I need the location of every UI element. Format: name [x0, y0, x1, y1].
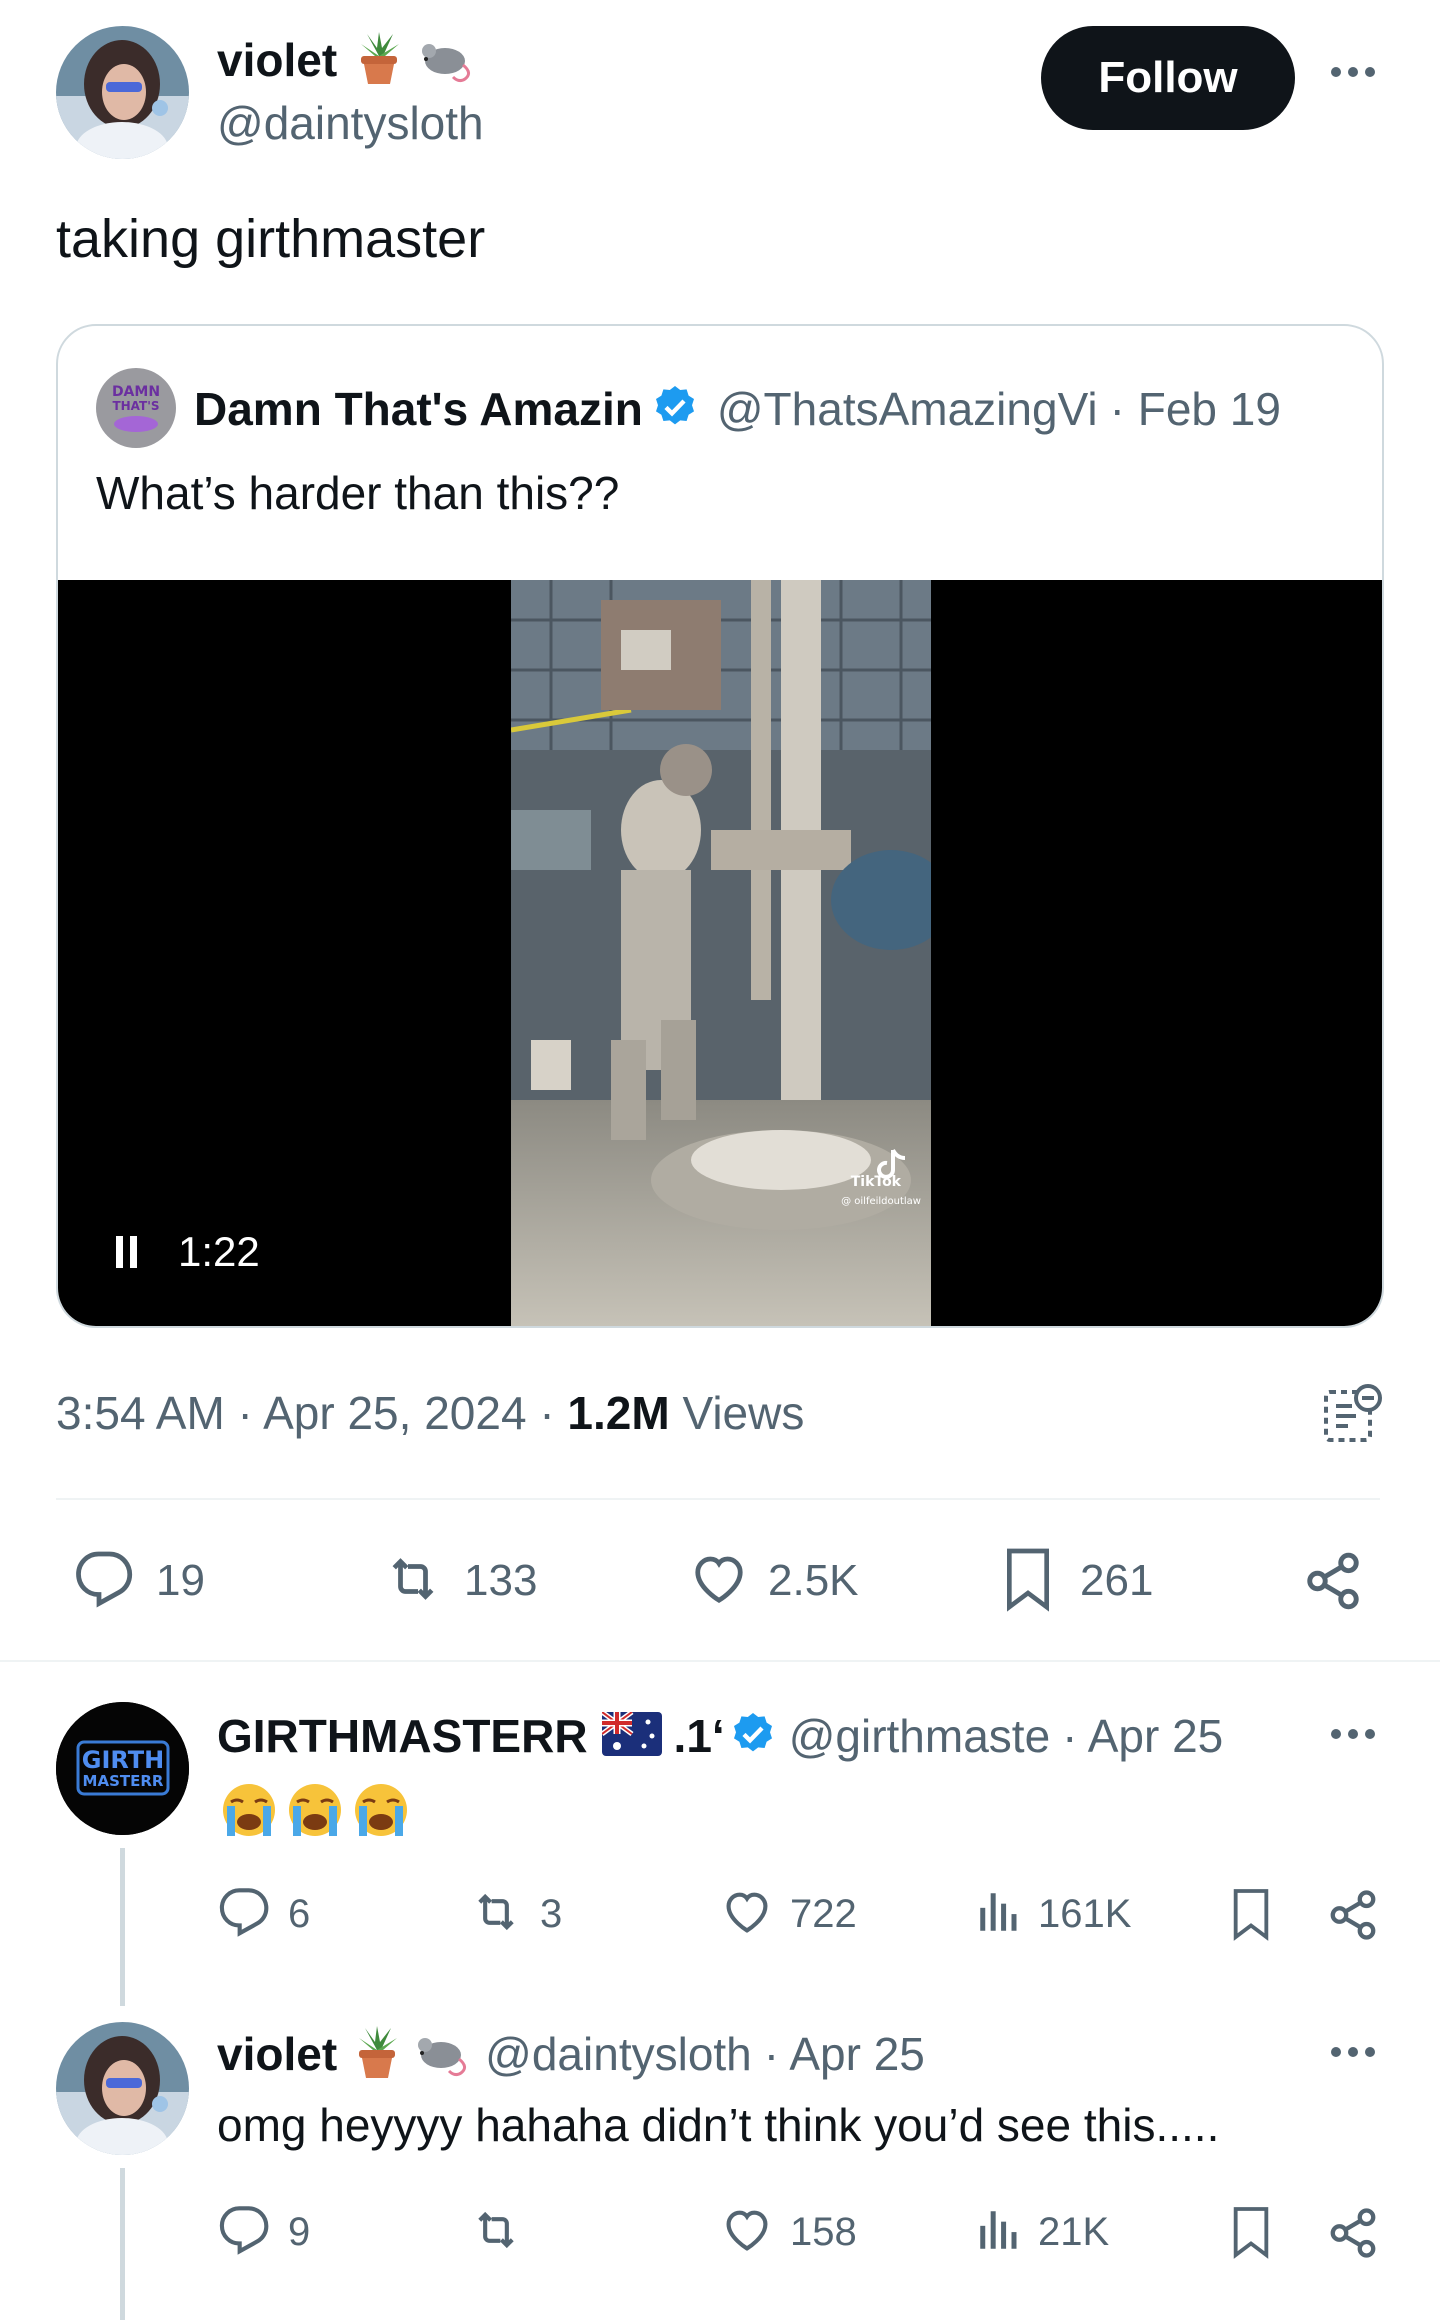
bookmark-icon	[1000, 1546, 1056, 1617]
reply-text: omg heyyyy hahaha didn’t think you’d see…	[217, 2099, 1220, 2151]
like-action[interactable]: 722	[718, 1886, 857, 1942]
retweet-icon	[466, 1886, 526, 1943]
reply-action[interactable]: 9	[216, 2204, 310, 2260]
heart-icon	[686, 1549, 752, 1614]
mouse-icon	[415, 33, 475, 88]
thread-line	[120, 1848, 125, 2006]
retweet-action[interactable]: 133	[378, 1548, 537, 1614]
pause-icon[interactable]	[116, 1236, 138, 1273]
reply-author-name[interactable]: GIRTHMASTERR	[217, 1709, 588, 1763]
follow-button-label: Follow	[1098, 53, 1238, 102]
heart-icon	[718, 2204, 776, 2261]
follow-button[interactable]: Follow	[1041, 26, 1295, 130]
like-count: 722	[790, 1891, 857, 1936]
more-options-icon[interactable]	[1328, 1726, 1378, 1747]
divider	[56, 1498, 1380, 1500]
divider	[0, 1660, 1440, 1662]
reply-avatar[interactable]: GIRTH MASTERR	[56, 1702, 189, 1835]
views-label: Views	[669, 1387, 805, 1439]
reply-icon	[216, 1886, 272, 1943]
reply-author-handle[interactable]: @girthmaste	[789, 1709, 1050, 1763]
crying-face-icon	[349, 1780, 413, 1845]
heart-icon	[718, 1886, 776, 1943]
reply-icon	[72, 1549, 136, 1614]
tiktok-label: TikTok	[851, 1174, 902, 1190]
reply-author-name[interactable]: violet	[217, 2027, 337, 2081]
like-count: 2.5K	[768, 1556, 859, 1605]
post-analytics-icon[interactable]	[1322, 1382, 1384, 1449]
retweet-icon	[466, 2204, 526, 2261]
reply-icon	[216, 2204, 272, 2261]
retweet-count: 3	[540, 1891, 563, 1936]
quote-text: What’s harder than this??	[96, 467, 620, 519]
reply-action[interactable]: 19	[72, 1548, 205, 1614]
bookmark-icon[interactable]	[1228, 2204, 1274, 2265]
like-count: 158	[790, 2209, 857, 2254]
svg-text:GIRTH: GIRTH	[82, 1746, 165, 1774]
potted-plant-icon	[351, 2024, 403, 2085]
retweet-action[interactable]: 3	[466, 1886, 562, 1942]
reply-date[interactable]: · Apr 25	[764, 2027, 925, 2081]
author-handle[interactable]: @daintysloth	[217, 96, 484, 150]
quote-video-player[interactable]: TikTok @ oilfeildoutlaw 1:22	[58, 580, 1382, 1326]
author-display-name[interactable]: violet	[217, 33, 337, 87]
author-avatar[interactable]	[56, 26, 189, 159]
svg-text:MASTERR: MASTERR	[83, 1772, 164, 1790]
like-action[interactable]: 158	[718, 2204, 857, 2260]
quoted-tweet-card[interactable]: DAMN THAT'S Damn That's Amazin @ThatsAma…	[56, 324, 1384, 1328]
share-icon[interactable]	[1302, 1550, 1364, 1617]
potted-plant-icon	[353, 30, 405, 91]
views-chart-icon	[974, 1887, 1024, 1942]
views-action[interactable]: 161K	[974, 1886, 1131, 1942]
like-action[interactable]: 2.5K	[686, 1548, 859, 1614]
verified-badge-icon	[729, 1710, 777, 1763]
thread-line	[120, 2168, 125, 2320]
more-options-icon[interactable]	[1328, 64, 1378, 92]
views-count: 161K	[1038, 1891, 1132, 1936]
retweet-icon	[378, 1549, 448, 1614]
reply-action[interactable]: 6	[216, 1886, 310, 1942]
bookmark-action[interactable]: 261	[1000, 1548, 1153, 1614]
bookmark-count: 261	[1080, 1556, 1154, 1605]
tweet-timestamp[interactable]: 3:54 AM · Apr 25, 2024 ·	[56, 1386, 567, 1440]
tweet-text: taking girthmaster	[56, 209, 486, 269]
views-count: 1.2M	[567, 1387, 670, 1439]
tiktok-username: @ oilfeildoutlaw	[841, 1196, 921, 1207]
verified-badge-icon	[651, 383, 699, 436]
mouse-icon	[411, 2027, 471, 2082]
retweet-action[interactable]	[466, 2204, 540, 2260]
share-icon[interactable]	[1326, 1888, 1380, 1947]
reply-author-handle[interactable]: @daintysloth	[485, 2027, 752, 2081]
svg-text:THAT'S: THAT'S	[112, 399, 159, 413]
quote-author-name[interactable]: Damn That's Amazin	[194, 382, 643, 436]
share-icon[interactable]	[1326, 2206, 1380, 2265]
crying-face-icon	[217, 1780, 281, 1845]
svg-text:DAMN: DAMN	[112, 384, 160, 400]
reply-avatar[interactable]	[56, 2022, 189, 2155]
crying-face-icon	[283, 1780, 347, 1845]
reply-count: 19	[156, 1556, 205, 1605]
reply-text-emojis	[217, 1780, 413, 1844]
video-time: 1:22	[178, 1228, 260, 1275]
bookmark-icon[interactable]	[1228, 1886, 1274, 1947]
views-action[interactable]: 21K	[974, 2204, 1109, 2260]
quote-author-handle[interactable]: @ThatsAmazingVi	[717, 382, 1098, 436]
reply-author-name-suffix: .1‘	[673, 1710, 725, 1762]
more-options-icon[interactable]	[1328, 2044, 1378, 2065]
video-frame: TikTok @ oilfeildoutlaw	[511, 580, 931, 1326]
australia-flag-icon	[600, 1709, 662, 1761]
views-chart-icon	[974, 2205, 1024, 2260]
views-count: 21K	[1038, 2209, 1110, 2254]
quote-author-avatar[interactable]: DAMN THAT'S	[96, 368, 176, 448]
reply-count: 6	[288, 1891, 311, 1936]
reply-count: 9	[288, 2209, 311, 2254]
quote-date[interactable]: · Feb 19	[1110, 382, 1281, 436]
retweet-count: 133	[464, 1556, 538, 1605]
reply-date[interactable]: · Apr 25	[1062, 1709, 1223, 1763]
